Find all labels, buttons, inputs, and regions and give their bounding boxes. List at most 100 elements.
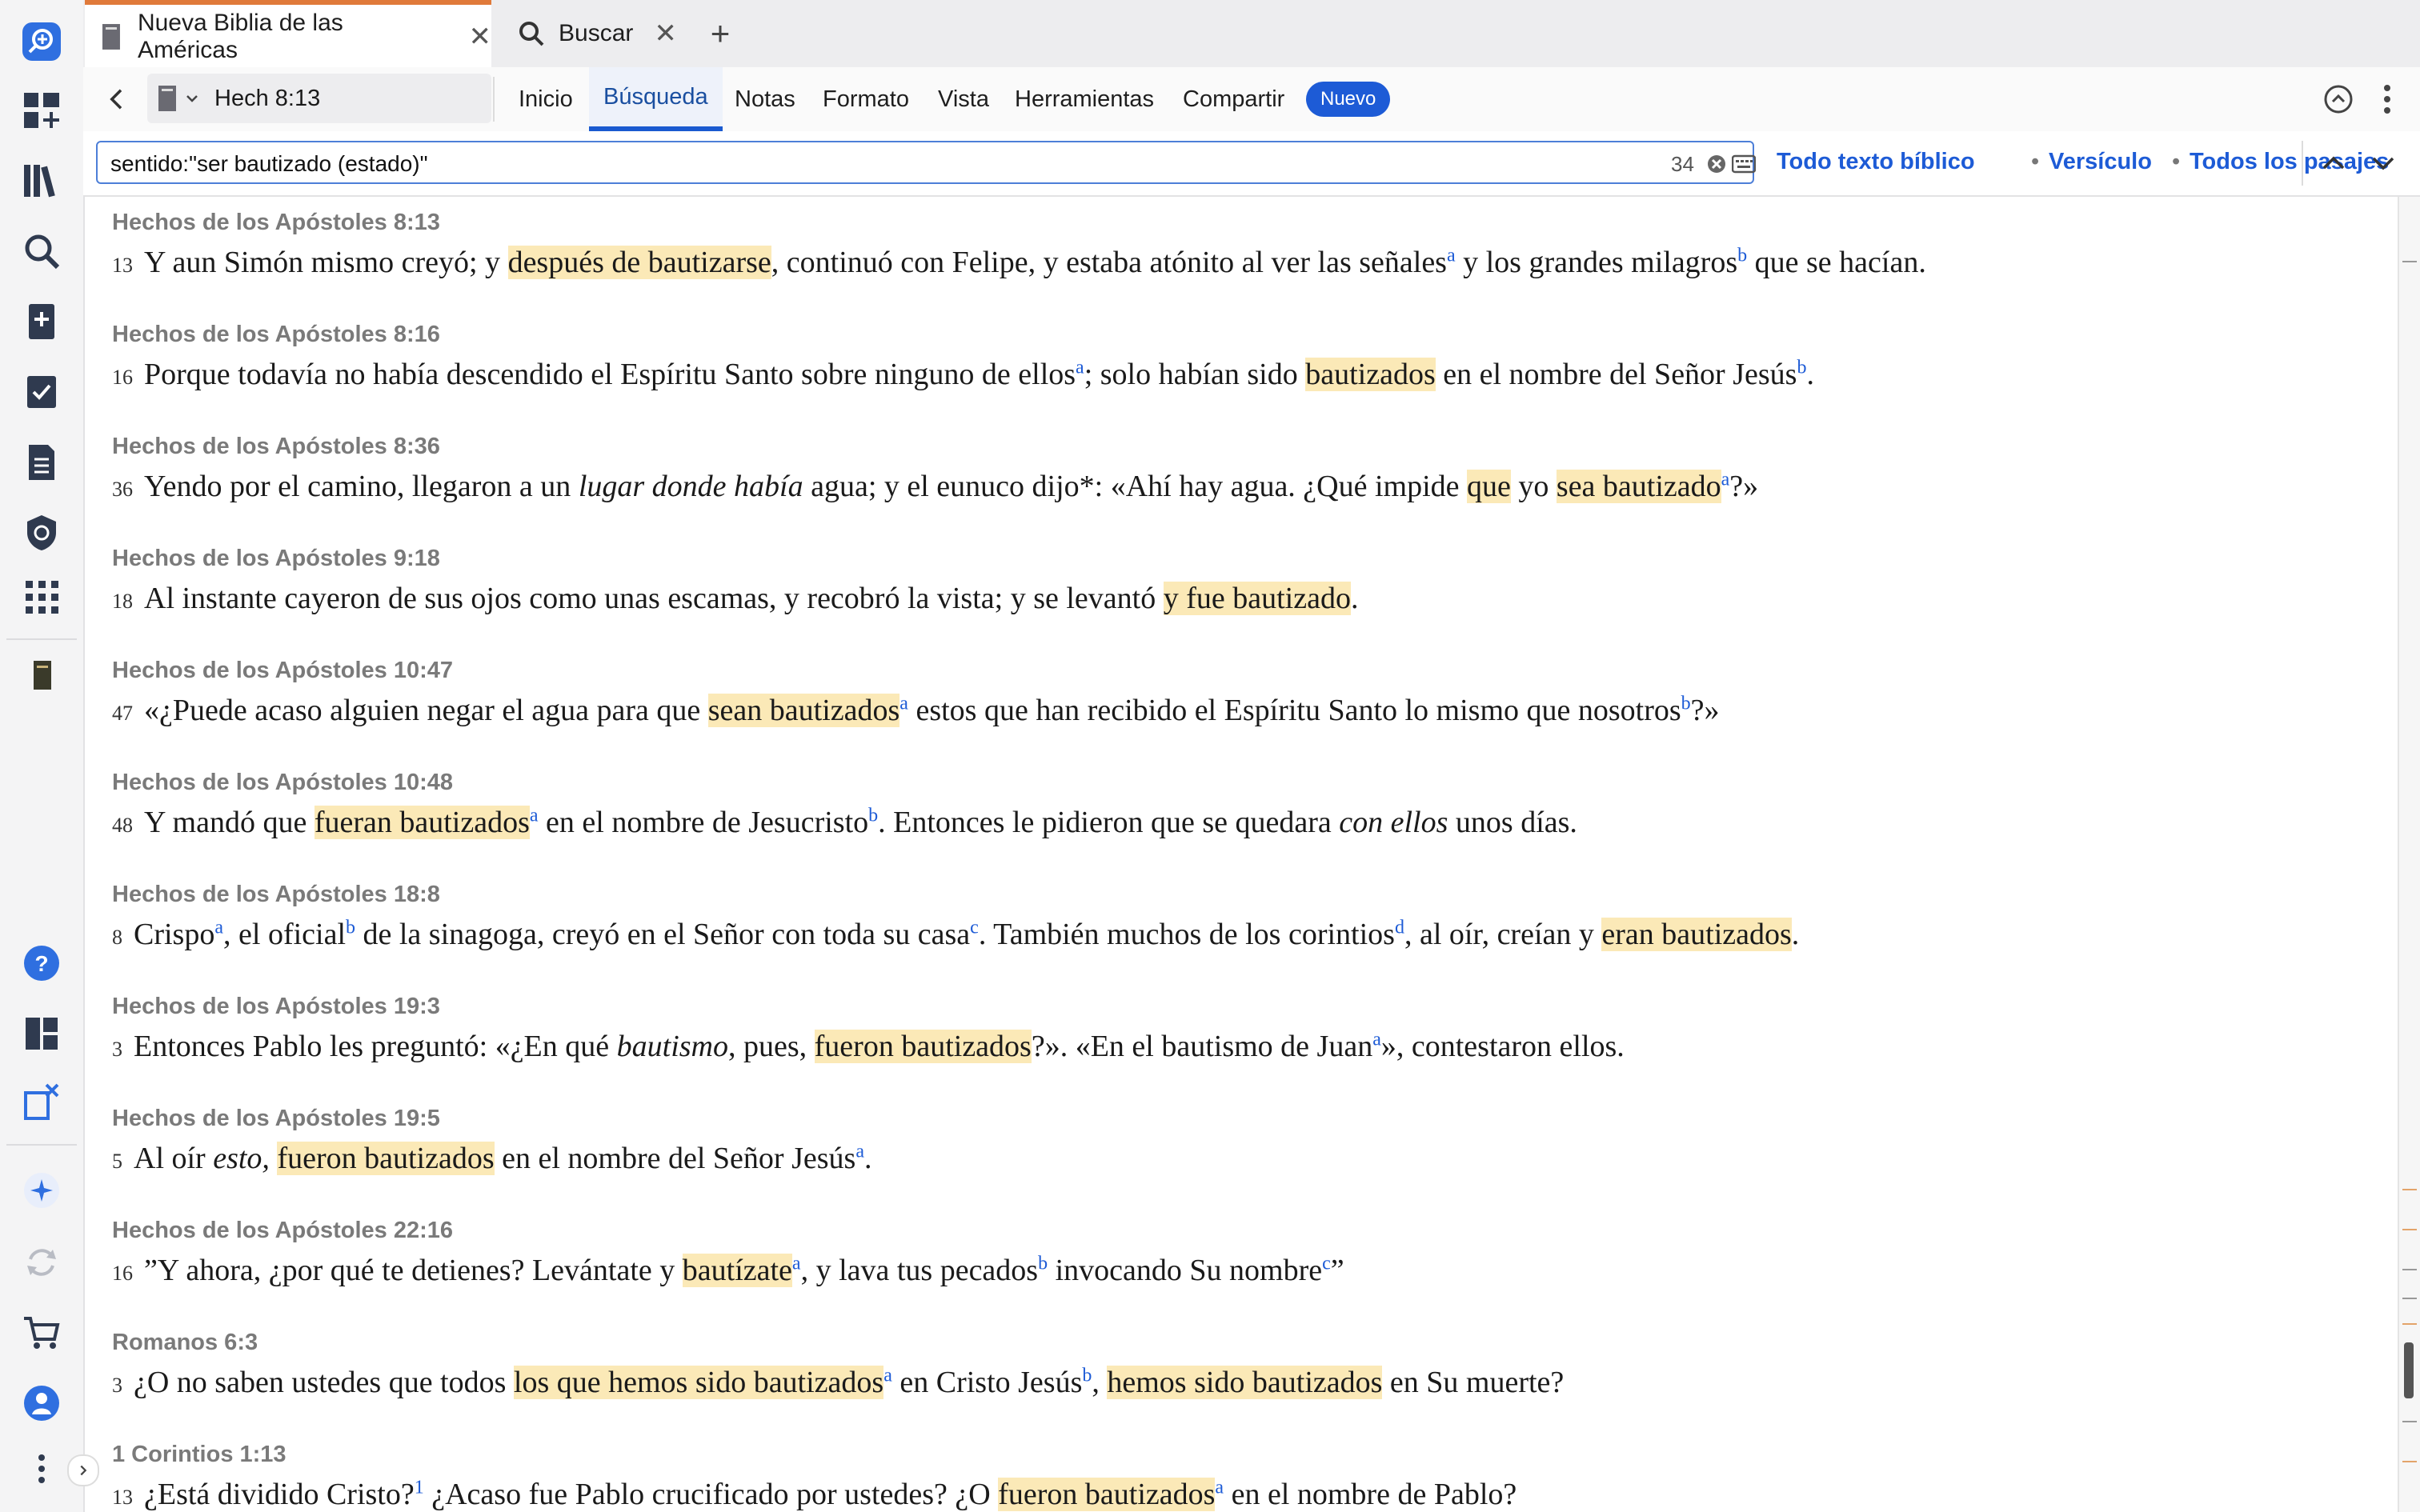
book-cover-icon[interactable]	[16, 650, 67, 701]
scope-verse[interactable]: Versículo	[2049, 149, 2152, 175]
toolbar: Hech 8:13 Inicio Búsqueda Notas Formato …	[83, 67, 2420, 133]
menu-formato[interactable]: Formato	[823, 67, 909, 131]
layout-icon[interactable]	[16, 1008, 67, 1059]
close-icon[interactable]: ✕	[469, 21, 492, 53]
footnote-marker[interactable]: a	[899, 693, 908, 714]
result-reference[interactable]: Hechos de los Apóstoles 8:13	[112, 210, 440, 236]
result-verse[interactable]: 3 ¿O no saben ustedes que todos los que h…	[112, 1365, 1564, 1400]
footnote-marker[interactable]: c	[1322, 1253, 1331, 1274]
keyboard-icon[interactable]	[1732, 153, 1756, 175]
sync-icon[interactable]	[16, 1237, 67, 1288]
tab-bible[interactable]: Nueva Biblia de las Américas ✕	[85, 0, 491, 69]
shield-icon[interactable]	[16, 507, 67, 558]
menu-compartir[interactable]: Compartir	[1183, 67, 1284, 131]
verse-text: ¿Está dividido Cristo?	[144, 1478, 415, 1511]
result-verse[interactable]: 5 Al oír esto, fueron bautizados en el no…	[112, 1141, 871, 1176]
footnote-marker[interactable]: a	[1721, 469, 1730, 490]
footnote-marker[interactable]: b	[1797, 357, 1806, 378]
result-verse[interactable]: 36 Yendo por el camino, llegaron a un lug…	[112, 469, 1758, 504]
chevron-down-icon[interactable]	[184, 90, 200, 106]
library-icon[interactable]	[16, 155, 67, 206]
footnote-marker[interactable]: b	[1038, 1253, 1048, 1274]
result-reference[interactable]: Hechos de los Apóstoles 19:5	[112, 1106, 440, 1132]
footnote-marker[interactable]: 1	[415, 1477, 424, 1498]
sparkle-icon[interactable]	[16, 1165, 67, 1216]
clear-icon[interactable]	[1706, 154, 1727, 174]
search-input[interactable]	[109, 147, 1553, 181]
result-reference[interactable]: Hechos de los Apóstoles 19:3	[112, 994, 440, 1020]
result-verse[interactable]: 3 Entonces Pablo les preguntó: «¿En qué b…	[112, 1029, 1625, 1064]
scope-all-bible-text[interactable]: Todo texto bíblico	[1777, 149, 1975, 175]
cart-icon[interactable]	[16, 1307, 67, 1358]
search-field[interactable]: 34	[96, 141, 1756, 184]
search-divider	[2302, 141, 2303, 186]
bible-plus-icon[interactable]	[16, 296, 67, 347]
close-icon[interactable]: ✕	[654, 18, 677, 50]
scrollbar[interactable]	[2398, 197, 2420, 1512]
menu-herramientas[interactable]: Herramientas	[1015, 67, 1154, 131]
scroll-thumb[interactable]	[2404, 1342, 2414, 1398]
chevron-down-icon[interactable]	[2369, 149, 2398, 178]
scope-all-passages[interactable]: Todos los pasajes	[2190, 149, 2389, 175]
footnote-marker[interactable]: a	[1372, 1029, 1381, 1050]
verse-text: Crispo	[134, 918, 215, 951]
result-reference[interactable]: Hechos de los Apóstoles 10:48	[112, 770, 453, 796]
footnote-marker[interactable]: a	[1447, 245, 1456, 266]
menu-notas[interactable]: Notas	[735, 67, 795, 131]
footnote-marker[interactable]: b	[346, 917, 355, 938]
collapse-button[interactable]	[2321, 82, 2356, 117]
apps-grid-icon[interactable]	[16, 571, 67, 622]
new-tab-button[interactable]: +	[696, 0, 744, 67]
checklist-icon[interactable]	[16, 366, 67, 418]
document-icon[interactable]	[16, 437, 67, 488]
footnote-marker[interactable]: a	[883, 1365, 892, 1386]
menu-inicio[interactable]: Inicio	[519, 67, 573, 131]
result-verse[interactable]: 18 Al instante cayeron de sus ojos como u…	[112, 581, 1358, 616]
verse-text: en el nombre de Jesucristo	[538, 806, 869, 839]
highlighted-match: fueron bautizados	[998, 1478, 1216, 1511]
result-verse[interactable]: 13 Y aun Simón mismo creyó; y después de …	[112, 245, 1926, 280]
reference-box[interactable]: Hech 8:13	[147, 74, 491, 123]
result-verse[interactable]: 16 ”Y ahora, ¿por qué te detienes? Levánt…	[112, 1253, 1344, 1288]
help-icon[interactable]: ?	[16, 938, 67, 989]
result-verse[interactable]: 16 Porque todavía no había descendido el …	[112, 357, 1814, 392]
footnote-marker[interactable]: b	[1082, 1365, 1092, 1386]
footnote-marker[interactable]: a	[214, 917, 223, 938]
account-icon[interactable]	[16, 1378, 67, 1429]
dashboard-add-icon[interactable]	[16, 85, 67, 136]
result-verse[interactable]: 8 Crispoa, el oficialb de la sinagoga, cr…	[112, 917, 1799, 952]
footnote-marker[interactable]: b	[1681, 693, 1691, 714]
more-vertical-icon[interactable]	[16, 1443, 67, 1494]
search-icon[interactable]	[16, 226, 67, 277]
reference-text[interactable]: Hech 8:13	[214, 86, 320, 112]
chevron-up-icon[interactable]	[2319, 149, 2348, 178]
footnote-marker[interactable]: a	[1215, 1477, 1224, 1498]
menu-vista[interactable]: Vista	[938, 67, 989, 131]
more-options-button[interactable]	[2375, 82, 2399, 117]
copy-close-icon[interactable]	[16, 1077, 67, 1128]
footnote-marker[interactable]: b	[868, 805, 878, 826]
result-reference[interactable]: Hechos de los Apóstoles 18:8	[112, 882, 440, 908]
result-reference[interactable]: Romanos 6:3	[112, 1330, 258, 1356]
footnote-marker[interactable]: a	[530, 805, 539, 826]
footnote-marker[interactable]: a	[855, 1141, 864, 1162]
footnote-marker[interactable]: a	[1076, 357, 1084, 378]
result-verse[interactable]: 48 Y mandó que fueran bautizadosa en el n…	[112, 805, 1577, 840]
result-verse[interactable]: 13 ¿Está dividido Cristo?1 ¿Acaso fue Pab…	[112, 1477, 1517, 1512]
new-badge[interactable]: Nuevo	[1306, 82, 1391, 117]
result-verse[interactable]: 47 «¿Puede acaso alguien negar el agua pa…	[112, 693, 1720, 728]
footnote-marker[interactable]: d	[1395, 917, 1404, 938]
menu-busqueda[interactable]: Búsqueda	[589, 67, 723, 131]
result-reference[interactable]: Hechos de los Apóstoles 10:47	[112, 658, 453, 684]
result-reference[interactable]: Hechos de los Apóstoles 8:36	[112, 434, 440, 460]
footnote-marker[interactable]: c	[970, 917, 979, 938]
result-reference[interactable]: 1 Corintios 1:13	[112, 1442, 286, 1468]
back-button[interactable]	[99, 82, 134, 117]
verse-text: en el nombre del Señor Jesús	[494, 1142, 856, 1175]
result-reference[interactable]: Hechos de los Apóstoles 22:16	[112, 1218, 453, 1244]
result-reference[interactable]: Hechos de los Apóstoles 9:18	[112, 546, 440, 572]
search-plus-icon[interactable]	[16, 16, 67, 67]
footnote-marker[interactable]: a	[792, 1253, 801, 1274]
footnote-marker[interactable]: b	[1737, 245, 1747, 266]
result-reference[interactable]: Hechos de los Apóstoles 8:16	[112, 322, 440, 348]
